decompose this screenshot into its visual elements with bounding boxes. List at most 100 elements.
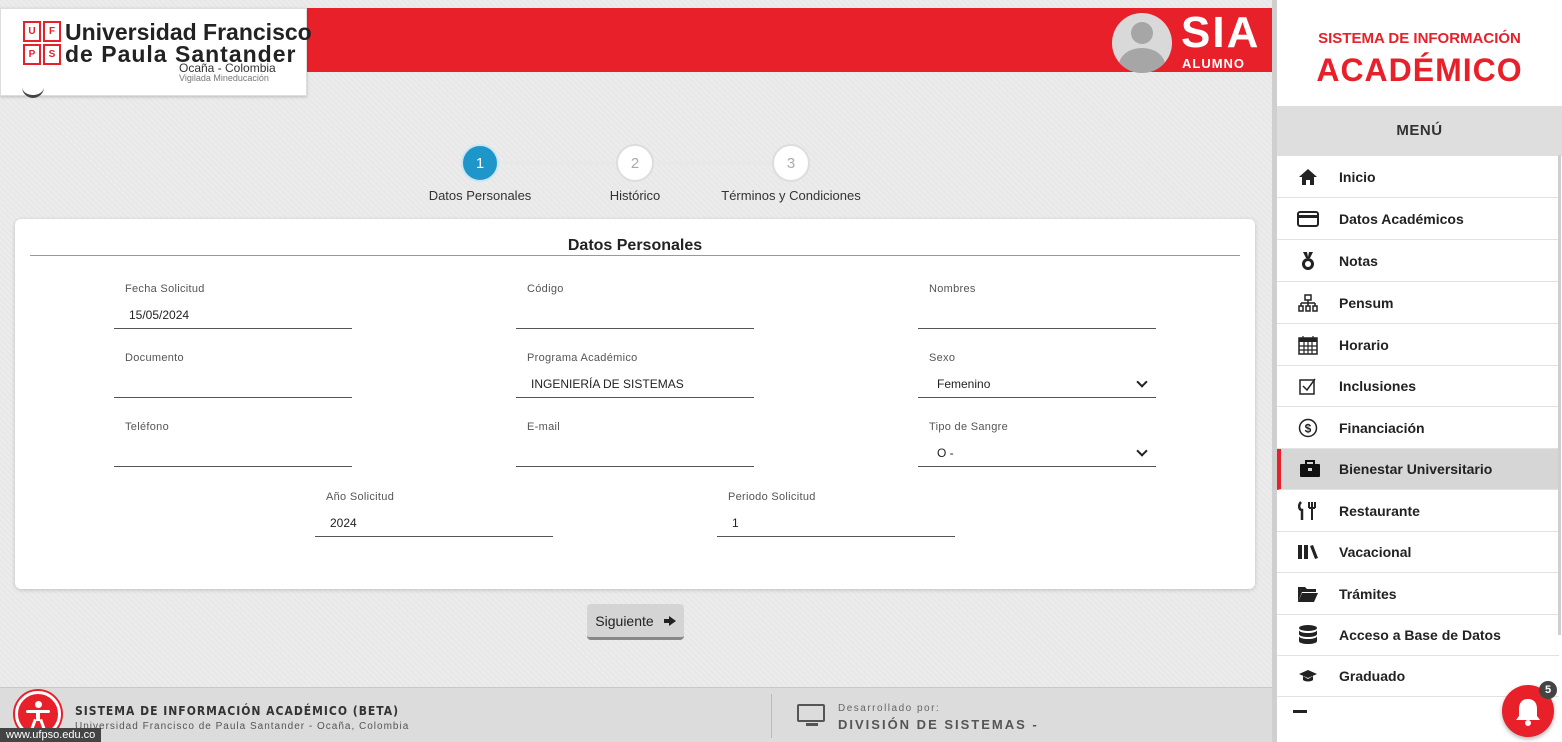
anio-solicitud-field: Año Solicitud 2024 [315,491,553,537]
footer-system-name: SISTEMA DE INFORMACIÓN ACADÉMICO (BETA) [75,704,400,718]
sidebar-title-line1: SISTEMA DE INFORMACIÓN [1318,30,1521,47]
sexo-selected-value: Femenino [937,377,991,391]
step-number: 3 [772,144,810,182]
sexo-field: Sexo Femenino [918,352,1156,398]
fecha-solicitud-input[interactable]: 15/05/2024 [114,305,352,329]
menu-heading: MENÚ [1277,106,1562,156]
home-icon [1277,168,1339,186]
chevron-down-icon [1136,445,1148,457]
sexo-select[interactable]: Femenino [918,374,1156,398]
step-historico[interactable]: 2 Histórico [575,144,695,203]
database-icon [1277,624,1339,646]
programa-field: Programa Académico INGENIERÍA DE SISTEMA… [516,352,754,398]
sidebar-item-restaurante[interactable]: Restaurante [1277,491,1559,532]
codigo-input[interactable] [516,305,754,329]
step-number: 2 [616,144,654,182]
next-button-label: Siguiente [595,612,654,629]
programa-input[interactable]: INGENIERÍA DE SISTEMAS [516,374,754,398]
field-label: Sexo [929,352,956,364]
periodo-solicitud-field: Periodo Solicitud 1 [717,491,955,537]
utensils-icon [1277,501,1339,521]
documento-field: Documento [114,352,352,398]
sidebar-item-label: Inicio [1339,169,1376,185]
field-label: E-mail [527,421,560,433]
sidebar-item-horario[interactable]: Horario [1277,325,1559,366]
graduation-cap-icon [1277,668,1339,684]
user-avatar[interactable] [1112,13,1172,73]
card-title: Datos Personales [567,237,703,254]
sidebar-item-label: Vacacional [1339,544,1412,560]
calendar-icon [1277,335,1339,355]
telefono-field: Teléfono [114,421,352,467]
briefcase-icon [1281,460,1339,478]
periodo-solicitud-input[interactable]: 1 [717,513,955,537]
sitemap-icon [1277,294,1339,312]
sidebar-item-label: Notas [1339,253,1378,269]
sidebar-item-label: Trámites [1339,586,1397,602]
sidebar-header: SISTEMA DE INFORMACIÓN ACADÉMICO [1277,0,1562,106]
sidebar-item-label: Horario [1339,337,1389,353]
checkbox-icon [1277,377,1339,395]
sidebar-item-pensum[interactable]: Pensum [1277,283,1559,324]
fecha-solicitud-field: Fecha Solicitud 15/05/2024 [114,283,352,329]
books-icon [1277,544,1339,560]
notification-count-badge: 5 [1539,681,1557,699]
documento-input[interactable] [114,374,352,398]
medal-icon [1277,251,1339,271]
university-logo[interactable]: U F P S Universidad Francisco de Paula S… [0,8,312,96]
title-divider [30,255,1240,256]
sidebar-item-notas[interactable]: Notas [1277,241,1559,282]
sidebar-item-label: Financiación [1339,420,1425,436]
field-label: Año Solicitud [326,491,395,503]
sidebar-title-line2: ACADÉMICO [1316,52,1523,88]
field-label: Código [527,283,564,295]
step-terminos[interactable]: 3 Términos y Condiciones [711,144,871,203]
personal-data-card: Datos Personales Fecha Solicitud 15/05/2… [15,219,1255,589]
sidebar-scrollbar[interactable] [1558,155,1561,635]
anio-solicitud-input[interactable]: 2024 [315,513,553,537]
step-label: Términos y Condiciones [721,188,861,203]
step-datos-personales[interactable]: 1 Datos Personales [420,144,540,203]
sidebar-item-label: Inclusiones [1339,378,1417,394]
sidebar-item-tramites[interactable]: Trámites [1277,574,1559,615]
sidebar-item-label: Bienestar Universitario [1339,461,1493,477]
email-input[interactable] [516,443,754,467]
folder-icon [1277,585,1339,603]
card-icon [1277,211,1339,227]
sidebar-item-datos-academicos[interactable]: Datos Académicos [1277,199,1559,240]
field-label: Programa Académico [527,352,638,364]
sidebar: SISTEMA DE INFORMACIÓN ACADÉMICO MENÚ In… [1272,0,1562,742]
sidebar-item-bienestar[interactable]: Bienestar Universitario [1277,449,1559,490]
field-label: Tipo de Sangre [929,421,1009,433]
telefono-input[interactable] [114,443,352,467]
step-number: 1 [461,144,499,182]
sidebar-item-financiacion[interactable]: $ Financiación [1277,408,1559,449]
sidebar-item-label: Pensum [1339,295,1394,311]
tipo-sangre-selected-value: O - [937,446,954,460]
monitor-icon [797,704,827,728]
field-label: Documento [125,352,184,364]
sidebar-item-label: Restaurante [1339,503,1420,519]
nombres-field: Nombres [918,283,1156,329]
step-label: Datos Personales [428,188,532,203]
dollar-icon: $ [1277,418,1339,438]
sidebar-item-vacacional[interactable]: Vacacional [1277,532,1559,573]
tipo-sangre-select[interactable]: O - [918,443,1156,467]
nombres-input[interactable] [918,305,1156,329]
partial-icon [1293,710,1307,713]
sidebar-item-inclusiones[interactable]: Inclusiones [1277,366,1559,407]
email-field: E-mail [516,421,754,467]
sidebar-item-inicio[interactable]: Inicio [1277,157,1559,198]
step-label: Histórico [609,188,661,203]
sidebar-item-label: Graduado [1339,668,1406,684]
sidebar-item-label: Datos Académicos [1339,211,1464,227]
university-vigilada: Vigilada Mineducación [179,73,269,83]
field-label: Nombres [929,283,976,295]
footer-institution: Universidad Francisco de Paula Santander… [75,721,410,732]
tipo-sangre-field: Tipo de Sangre O - [918,421,1156,467]
arrow-right-icon [663,615,676,626]
svg-text:$: $ [1305,422,1312,436]
sidebar-item-base-datos[interactable]: Acceso a Base de Datos [1277,615,1559,656]
next-button[interactable]: Siguiente [587,604,684,640]
ufps-logo-mark: U F P S [23,21,61,65]
